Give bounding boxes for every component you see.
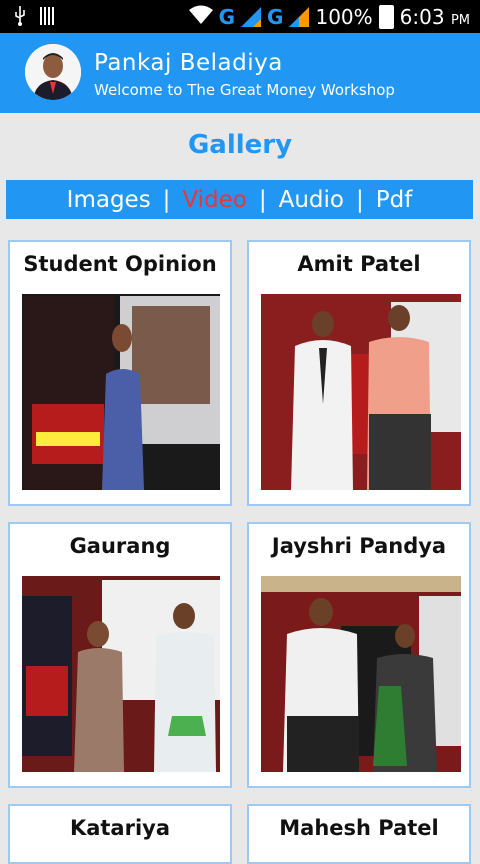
card-title: Jayshri Pandya [271,534,447,558]
app-header: Pankaj Beladiya Welcome to The Great Mon… [0,33,480,113]
video-thumbnail[interactable] [22,294,220,490]
battery-percent: 100% [315,5,373,29]
signal-icon-2 [289,7,310,27]
card-title: Mahesh Patel [279,816,439,840]
wifi-icon [188,5,213,30]
video-card[interactable]: Jayshri Pandya [247,522,471,788]
media-tabs: Images | Video | Audio | Pdf [6,180,473,219]
video-thumbnail[interactable] [22,576,220,772]
tab-images[interactable]: Images [67,187,151,213]
card-title: Katariya [69,816,171,840]
card-title: Gaurang [69,534,171,558]
usb-icon [14,6,26,30]
avatar[interactable] [25,44,81,100]
signal-icon [241,7,262,27]
status-bar: G G 100% 6:03 PM [0,0,480,33]
network-type-1: G [218,5,236,29]
welcome-subtitle: Welcome to The Great Money Workshop [94,81,395,99]
video-thumbnail[interactable] [261,576,461,772]
page-title: Gallery [187,130,293,160]
tab-pdf[interactable]: Pdf [376,187,413,213]
card-title: Student Opinion [23,252,217,276]
barcode-icon [40,7,54,29]
video-card[interactable]: Gaurang [8,522,232,788]
tab-video[interactable]: Video [182,187,246,213]
tab-separator: | [162,186,171,213]
clock-time: 6:03 [399,5,445,29]
network-type-2: G [267,5,284,29]
video-card[interactable]: Katariya [8,804,232,864]
tab-separator: | [356,186,364,213]
video-card[interactable]: Student Opinion [8,240,232,506]
video-card[interactable]: Amit Patel [247,240,471,506]
tab-audio[interactable]: Audio [279,187,344,213]
tab-separator: | [258,186,267,213]
battery-icon [378,5,394,29]
clock: 6:03 PM [400,5,470,29]
card-title: Amit Patel [297,252,421,276]
user-name: Pankaj Beladiya [94,50,283,76]
video-card[interactable]: Mahesh Patel [247,804,471,864]
video-thumbnail[interactable] [261,294,461,490]
clock-ampm: PM [450,13,470,28]
